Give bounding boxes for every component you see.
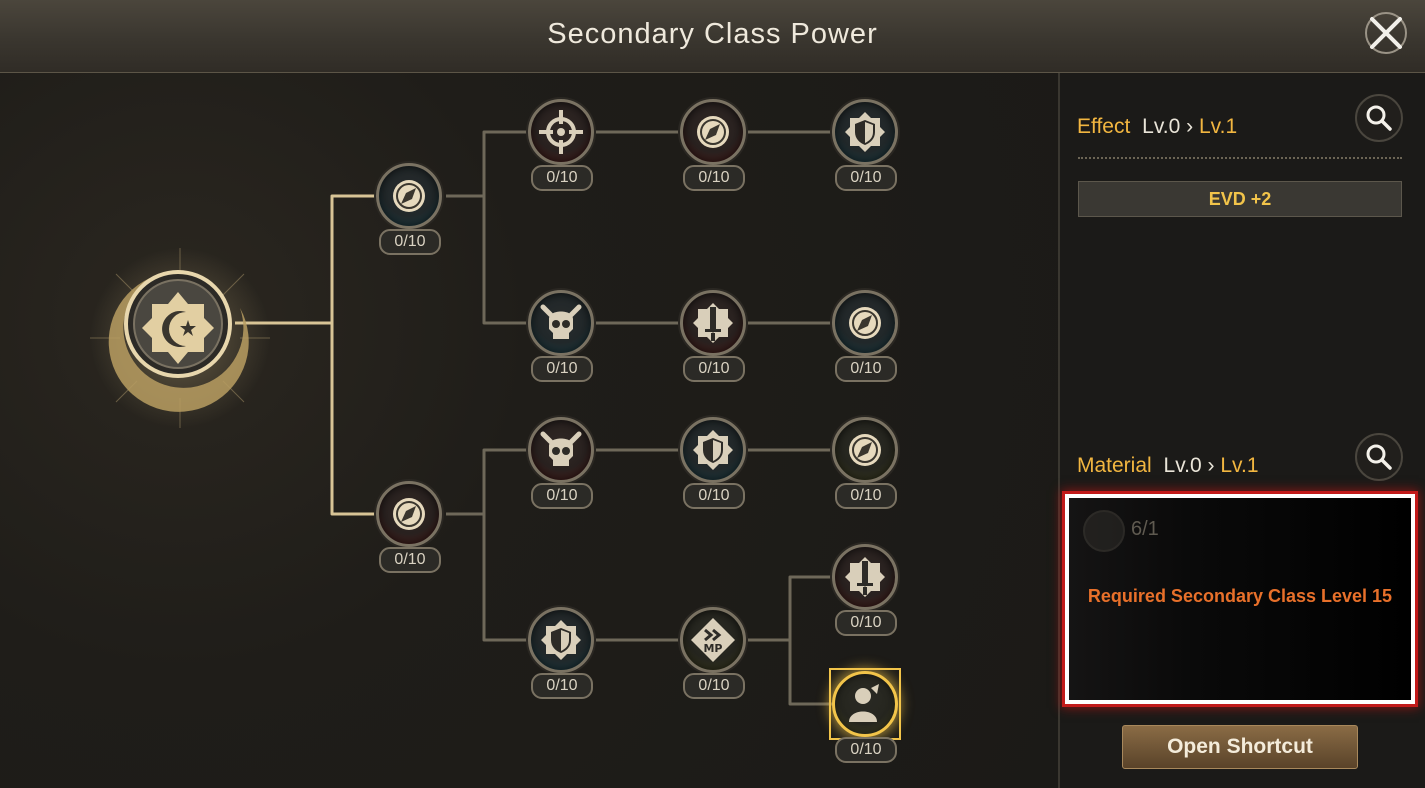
skill-node-r5c1[interactable]: [528, 607, 594, 673]
compass-icon: [849, 434, 881, 466]
skill-node-r1c3[interactable]: [832, 99, 898, 165]
skill-level-badge: 0/10: [683, 165, 745, 191]
effect-divider: [1078, 157, 1402, 159]
material-item-icon: [1083, 510, 1125, 552]
open-shortcut-button[interactable]: Open Shortcut: [1122, 725, 1358, 769]
skill-level-badge: 0/10: [835, 356, 897, 382]
skill-node-r2c1[interactable]: [528, 290, 594, 356]
compass-icon: [393, 180, 425, 212]
skill-node-r5c2[interactable]: MP: [680, 607, 746, 673]
skill-node-r1c1[interactable]: [528, 99, 594, 165]
skill-level-badge: 0/10: [683, 673, 745, 699]
skill-level-badge: 0/10: [835, 165, 897, 191]
page-title: Secondary Class Power: [547, 18, 878, 50]
crosshair-icon: [539, 110, 583, 154]
svg-text:MP: MP: [703, 642, 722, 655]
skill-level-badge: 0/10: [379, 229, 441, 255]
skill-level-badge: 0/10: [835, 610, 897, 636]
skill-node-r3c1[interactable]: [528, 417, 594, 483]
chevron-right-icon: ›: [1207, 454, 1215, 477]
skull-icon: [540, 431, 582, 466]
skill-node-r2c2[interactable]: [680, 290, 746, 356]
material-search-button[interactable]: [1355, 433, 1403, 481]
skill-node-r1c2[interactable]: [680, 99, 746, 165]
title-bar: Secondary Class Power: [0, 0, 1425, 73]
skill-tree: 0/10 0/10 0/10 0/10 0/10 0/10 0/10 0/10 0/10 0/10…: [0, 73, 1058, 788]
skill-level-badge: 0/10: [531, 356, 593, 382]
skill-level-badge: 0/10: [379, 547, 441, 573]
chevron-right-icon: ›: [1186, 115, 1194, 138]
skill-level-badge: 0/10: [531, 673, 593, 699]
skill-level-badge: 0/10: [531, 165, 593, 191]
material-from-level: Lv.0: [1163, 454, 1202, 477]
skill-node-b2[interactable]: [376, 481, 442, 547]
skill-level-badge: 0/10: [835, 483, 897, 509]
root-class-emblem[interactable]: [90, 248, 270, 428]
material-requirement-box: 6/1 Required Secondary Class Level 15: [1062, 491, 1418, 707]
effect-value: EVD +2: [1078, 181, 1402, 217]
effect-header: Effect Lv.0 › Lv.1: [1077, 115, 1237, 139]
close-button[interactable]: [1364, 11, 1408, 55]
material-count: 6/1: [1131, 518, 1159, 540]
effect-search-button[interactable]: [1355, 94, 1403, 142]
skill-node-b1[interactable]: [376, 163, 442, 229]
effect-from-level: Lv.0: [1142, 115, 1181, 138]
skull-icon: [540, 304, 582, 339]
skill-node-r3c2[interactable]: [680, 417, 746, 483]
skill-node-r3c3[interactable]: [832, 417, 898, 483]
shield-icon: [845, 112, 885, 152]
shield-icon: [541, 620, 581, 660]
magnifier-icon: [1366, 444, 1392, 470]
sword-icon: [845, 557, 885, 597]
requirement-message: Required Secondary Class Level 15: [1087, 586, 1393, 606]
skill-node-r4c3[interactable]: [832, 544, 898, 610]
material-header: Material Lv.0 › Lv.1: [1077, 454, 1259, 478]
material-to-level: Lv.1: [1220, 454, 1259, 477]
moon-star-icon: [90, 248, 270, 428]
close-icon: [1365, 12, 1407, 54]
material-label: Material: [1077, 454, 1152, 477]
mp-icon: MP: [691, 618, 735, 662]
sword-icon: [693, 303, 733, 343]
effect-to-level: Lv.1: [1198, 115, 1238, 138]
compass-icon: [393, 498, 425, 530]
compass-icon: [697, 116, 729, 148]
skill-level-badge: 0/10: [683, 483, 745, 509]
magnifier-icon: [1366, 105, 1392, 131]
skill-level-badge: 0/10: [835, 737, 897, 763]
effect-label: Effect: [1077, 115, 1131, 138]
selection-frame: [829, 668, 901, 740]
compass-icon: [849, 307, 881, 339]
skill-node-r2c3[interactable]: [832, 290, 898, 356]
skill-level-badge: 0/10: [683, 356, 745, 382]
skill-level-badge: 0/10: [531, 483, 593, 509]
shield-icon: [693, 430, 733, 470]
